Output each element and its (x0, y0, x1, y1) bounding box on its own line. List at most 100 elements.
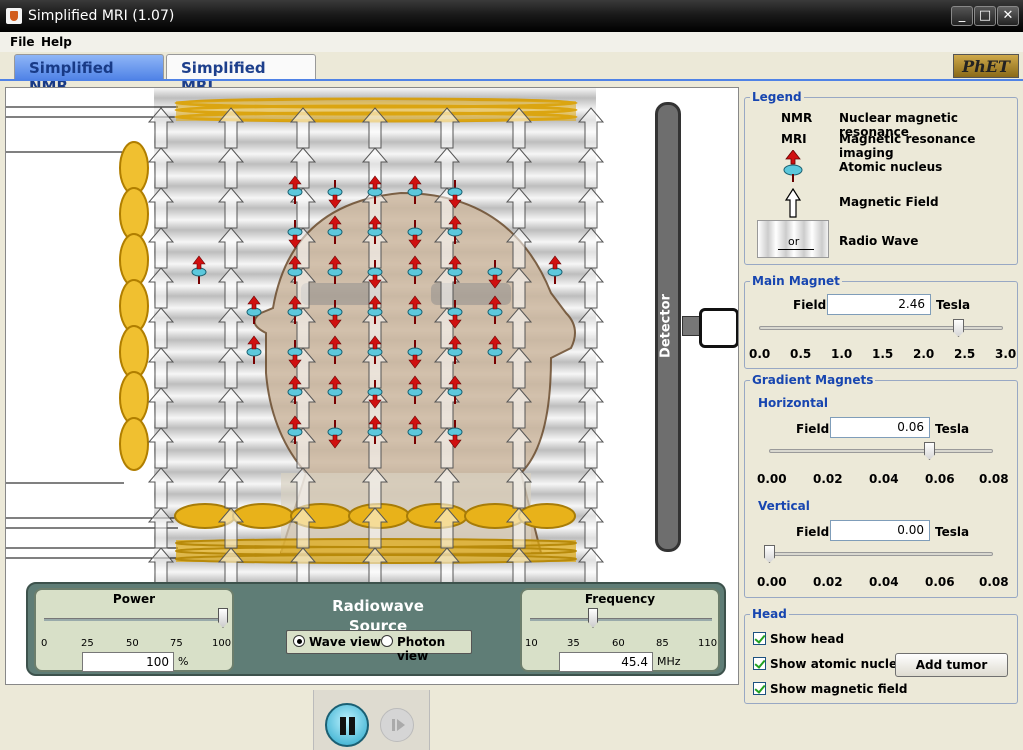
power-tick: 25 (81, 638, 94, 649)
phet-logo[interactable]: PhET (953, 54, 1019, 78)
field-arrow (361, 467, 389, 509)
power-tick: 0 (41, 638, 48, 649)
frequency-tick: 35 (567, 638, 580, 649)
field-arrow (217, 427, 245, 469)
photon-view-radio[interactable] (381, 635, 393, 647)
vertical-tick: 0.00 (757, 575, 787, 589)
power-slider-thumb[interactable] (218, 608, 228, 628)
frequency-slider-thumb[interactable] (588, 608, 598, 628)
atomic-nucleus (407, 415, 423, 444)
legend-panel: Legend NMR Nuclear magnetic resonance MR… (744, 90, 1018, 265)
field-arrow (147, 347, 175, 389)
field-arrow (217, 187, 245, 229)
window-title-bar: Simplified MRI (1.07) _ □ ✕ (0, 0, 1023, 32)
atomic-nucleus (487, 335, 503, 364)
power-panel: Power 0 25 50 75 100 100 % (34, 588, 234, 672)
view-mode-selector: Wave view Photon view (286, 630, 472, 663)
tab-simplified-mri[interactable]: Simplified MRI (166, 54, 316, 95)
frequency-value-field[interactable]: 45.4 (559, 652, 653, 672)
radiowave-title-line1: Radiowave (332, 597, 424, 615)
field-arrow (217, 227, 245, 269)
pause-button[interactable] (325, 703, 369, 747)
field-arrow (147, 467, 175, 509)
field-arrow (577, 387, 605, 429)
tab-underline (0, 79, 1023, 81)
menu-file[interactable]: File (10, 35, 35, 49)
field-arrow (505, 187, 533, 229)
horizontal-slider-thumb[interactable] (924, 442, 935, 460)
field-arrow (505, 307, 533, 349)
field-arrow (433, 467, 461, 509)
photon-icon (778, 249, 814, 250)
main-magnet-tick: 2.0 (913, 347, 935, 361)
field-arrow (577, 267, 605, 309)
add-tumor-button[interactable]: Add tumor (895, 653, 1008, 677)
photon-view-label[interactable]: Photon view (397, 635, 471, 663)
field-arrow (217, 347, 245, 389)
frequency-tick: 85 (656, 638, 669, 649)
vertical-field-label: Field: (796, 525, 834, 539)
power-unit: % (178, 655, 189, 668)
field-arrow (577, 187, 605, 229)
field-arrow (147, 387, 175, 429)
show-atomic-nuclei-label[interactable]: Show atomic nuclei (770, 657, 901, 671)
field-arrow (147, 227, 175, 269)
atomic-nucleus (246, 335, 262, 364)
simulation-canvas: Detector Power 0 25 50 75 100 100 % Radi… (5, 87, 739, 685)
vertical-tick: 0.02 (813, 575, 843, 589)
vertical-unit: Tesla (935, 525, 970, 539)
field-arrow (505, 467, 533, 509)
maximize-icon[interactable]: □ (974, 6, 996, 26)
show-magnetic-field-label[interactable]: Show magnetic field (770, 682, 907, 696)
show-atomic-nuclei-checkbox[interactable] (753, 657, 766, 670)
minimize-icon[interactable]: _ (951, 6, 973, 26)
atomic-nucleus (407, 375, 423, 404)
tab-simplified-nmr[interactable]: Simplified NMR (14, 54, 164, 95)
field-arrow (577, 307, 605, 349)
frequency-tick: 110 (698, 638, 718, 649)
step-button[interactable] (380, 708, 414, 742)
main-magnet-tick: 1.5 (872, 347, 894, 361)
main-magnet-slider-track[interactable] (759, 326, 1003, 330)
show-magnetic-field-checkbox[interactable] (753, 682, 766, 695)
horizontal-title: Horizontal (758, 396, 829, 410)
field-arrow (505, 147, 533, 189)
field-arrow (577, 467, 605, 509)
detector-output-box (699, 308, 738, 348)
main-magnet-field-input[interactable]: 2.46 (827, 294, 931, 315)
show-head-checkbox[interactable] (753, 632, 766, 645)
vertical-slider-track[interactable] (769, 552, 993, 556)
atomic-nucleus (407, 220, 423, 249)
frequency-slider-track[interactable] (530, 618, 712, 621)
wave-view-radio[interactable] (293, 635, 305, 647)
show-head-label[interactable]: Show head (770, 632, 844, 646)
main-magnet-unit: Tesla (936, 298, 971, 312)
legend-desc-field: Magnetic Field (839, 195, 939, 209)
vertical-tick: 0.08 (979, 575, 1009, 589)
gradient-magnets-panel: Gradient Magnets Horizontal Field: 0.06 … (744, 373, 1018, 598)
atomic-nucleus-icon (783, 150, 803, 182)
menu-bar: File Help (0, 32, 1023, 52)
wave-view-label[interactable]: Wave view (309, 635, 381, 649)
legend-key-mri: MRI (781, 132, 807, 146)
power-value-field[interactable]: 100 (82, 652, 174, 672)
radio-wave-icon-or: or (788, 235, 800, 248)
vertical-slider-thumb[interactable] (764, 545, 775, 563)
menu-help[interactable]: Help (41, 35, 72, 49)
power-slider-track[interactable] (44, 618, 226, 621)
field-arrow (217, 147, 245, 189)
main-magnet-tick: 0.5 (790, 347, 812, 361)
horizontal-slider-track[interactable] (769, 449, 993, 453)
atomic-nucleus (407, 255, 423, 284)
field-arrow (147, 107, 175, 149)
horizontal-field-input[interactable]: 0.06 (830, 417, 930, 438)
field-arrow (147, 267, 175, 309)
power-tick: 75 (170, 638, 183, 649)
close-icon[interactable]: ✕ (997, 6, 1019, 26)
main-magnet-slider-thumb[interactable] (953, 319, 964, 337)
main-magnet-tick: 0.0 (749, 347, 771, 361)
field-arrow (577, 227, 605, 269)
vertical-field-input[interactable]: 0.00 (830, 520, 930, 541)
atomic-nucleus (327, 420, 343, 449)
radiowave-source-panel: Power 0 25 50 75 100 100 % Radiowave Sou… (26, 582, 726, 676)
